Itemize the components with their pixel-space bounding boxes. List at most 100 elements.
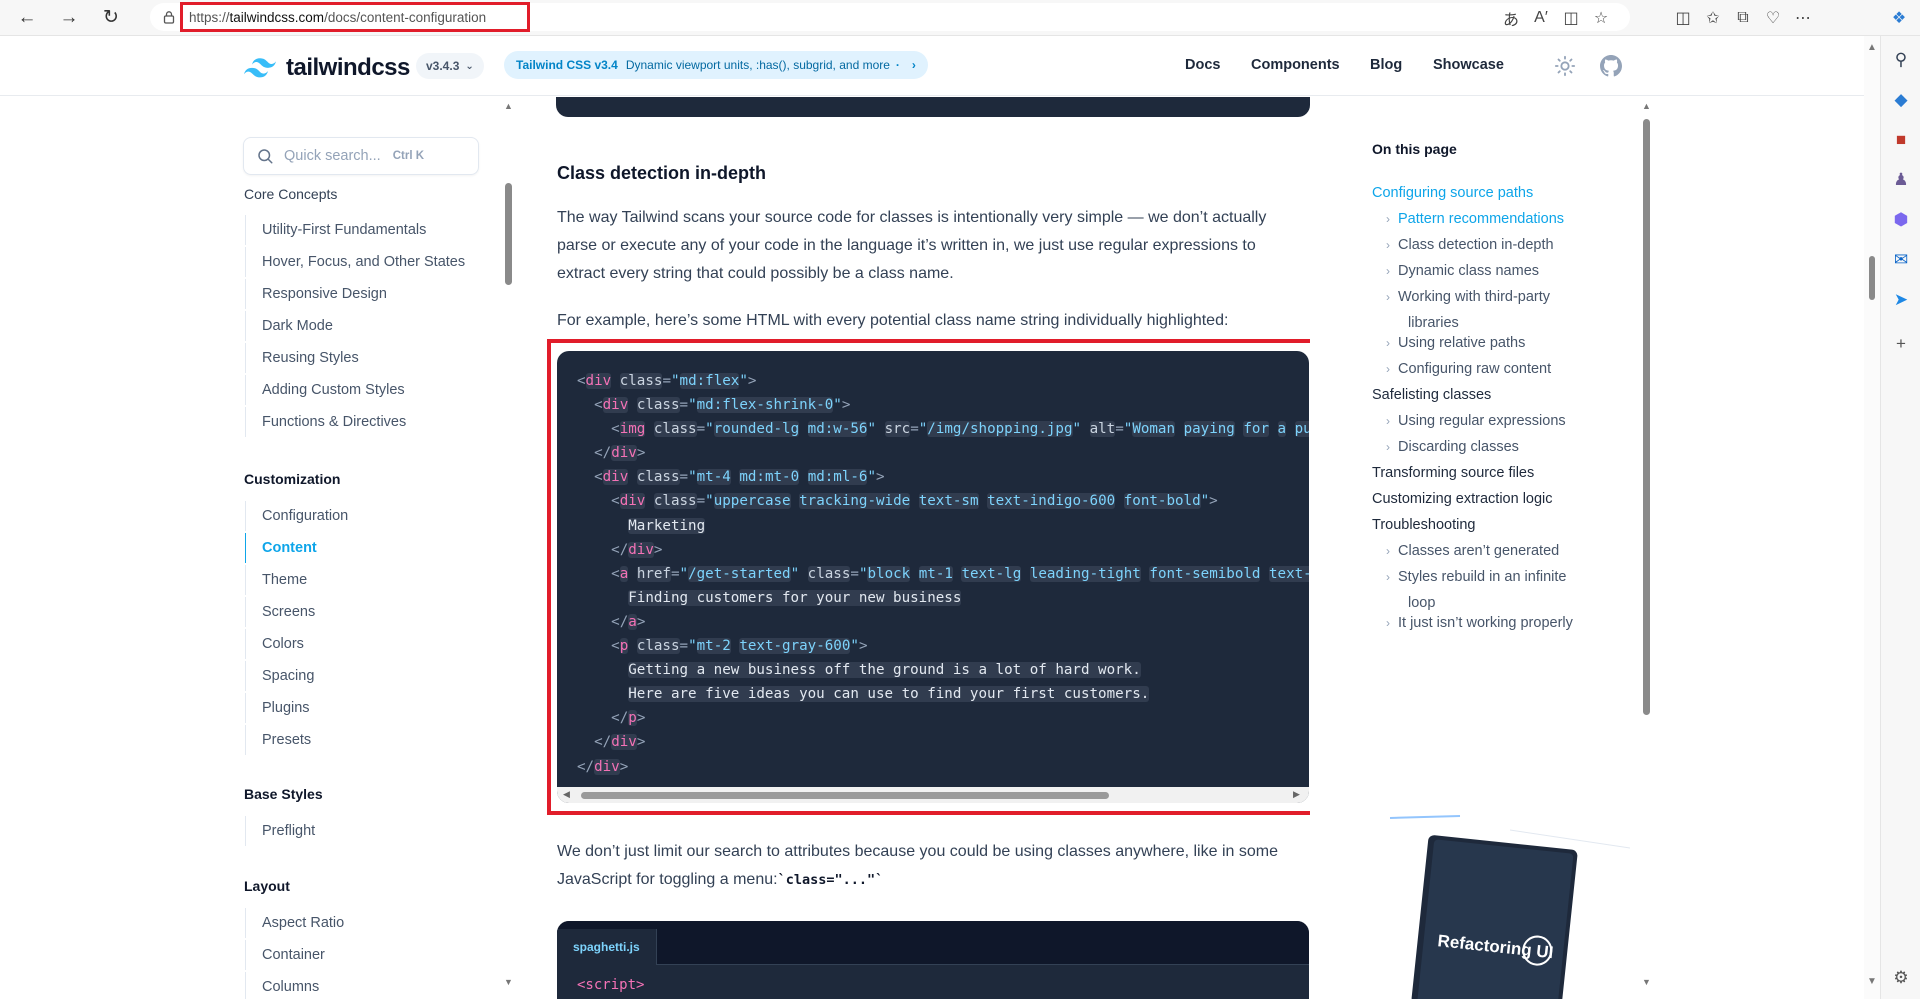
tailwind-logo[interactable]: tailwindcss bbox=[244, 54, 410, 82]
toc-item[interactable]: › Using relative paths bbox=[1386, 335, 1525, 351]
nav-showcase-link[interactable]: Showcase bbox=[1433, 57, 1504, 73]
sidebar-item-plugins[interactable]: Plugins bbox=[245, 693, 485, 723]
refresh-icon[interactable]: ↻ bbox=[96, 3, 126, 33]
address-bar[interactable]: https://tailwindcss.com/docs/content-con… bbox=[150, 2, 1630, 32]
refactoring-ui-book-ad[interactable]: Refactoring UI bbox=[1360, 812, 1630, 999]
section-customization: Customization bbox=[244, 471, 341, 487]
sidebar-item-spacing[interactable]: Spacing bbox=[245, 661, 485, 691]
forward-arrow-icon[interactable]: → bbox=[54, 3, 84, 33]
favorites-icon[interactable]: ✩ bbox=[1698, 4, 1728, 32]
sidebar-item-hover-focus[interactable]: Hover, Focus, and Other States bbox=[245, 247, 485, 277]
favorite-star-icon[interactable]: ☆ bbox=[1586, 4, 1616, 32]
back-arrow-icon[interactable]: ← bbox=[12, 3, 42, 33]
toc-item[interactable]: › Class detection in-depth bbox=[1386, 237, 1554, 253]
page-scrollbar[interactable]: ▲ ▼ bbox=[1864, 36, 1880, 999]
toc-item[interactable]: Transforming source files bbox=[1372, 465, 1534, 481]
toc-item[interactable]: › Using regular expressions bbox=[1386, 413, 1566, 429]
sidebar-item-adding-custom-styles[interactable]: Adding Custom Styles bbox=[245, 375, 485, 405]
toc-item[interactable]: › Discarding classes bbox=[1386, 439, 1519, 455]
sidebar-item-screens[interactable]: Screens bbox=[245, 597, 485, 627]
chevron-right-icon: › bbox=[1386, 544, 1390, 558]
tab-spaghetti-js[interactable]: spaghetti.js bbox=[557, 929, 657, 965]
sidebar-item-reusing-styles[interactable]: Reusing Styles bbox=[245, 343, 485, 373]
url-text[interactable]: https://tailwindcss.com/docs/content-con… bbox=[180, 2, 530, 32]
app-available-icon[interactable]: ◫ bbox=[1556, 4, 1586, 32]
sidebar-item-utility-first[interactable]: Utility-First Fundamentals bbox=[245, 215, 485, 245]
section-core-concepts: Core Concepts bbox=[244, 186, 338, 202]
sidebar-settings-icon[interactable]: ⚙ bbox=[1881, 958, 1920, 998]
sidebar-item-container[interactable]: Container bbox=[245, 940, 485, 970]
url-prefix: https:// bbox=[189, 9, 230, 25]
toc-item[interactable]: › Styles rebuild in an infinite bbox=[1386, 569, 1566, 585]
sidebar-item-presets[interactable]: Presets bbox=[245, 725, 485, 755]
browser-essentials-icon[interactable]: ♡ bbox=[1758, 4, 1788, 32]
toc-item[interactable]: › Dynamic class names bbox=[1386, 263, 1539, 279]
split-screen-icon[interactable]: ◫ bbox=[1668, 4, 1698, 32]
sidebar-item-preflight[interactable]: Preflight bbox=[245, 816, 485, 846]
nav-docs-link[interactable]: Docs bbox=[1185, 57, 1220, 73]
toc-item-label: Discarding classes bbox=[1398, 439, 1519, 455]
games-icon[interactable]: ♟ bbox=[1881, 160, 1920, 200]
announcement-title: Tailwind CSS v3.4 bbox=[516, 58, 618, 72]
chevron-right-icon: › bbox=[1386, 290, 1390, 304]
copilot-icon[interactable]: ❖ bbox=[1884, 4, 1914, 32]
scroll-up-arrow-icon[interactable]: ▲ bbox=[504, 101, 513, 111]
attributes-paragraph-text: We don’t just limit our search to attrib… bbox=[557, 843, 1278, 888]
toc-item[interactable]: libraries bbox=[1386, 315, 1459, 331]
scroll-down-arrow-icon[interactable]: ▼ bbox=[504, 977, 513, 987]
translate-icon[interactable]: あ bbox=[1496, 4, 1526, 32]
lock-icon bbox=[163, 11, 175, 24]
scroll-up-arrow-icon[interactable]: ▲ bbox=[1867, 42, 1877, 53]
scroll-down-arrow-icon[interactable]: ▼ bbox=[1867, 976, 1877, 987]
microsoft-365-icon[interactable]: ⬢ bbox=[1881, 200, 1920, 240]
toc-item-label: loop bbox=[1408, 595, 1436, 611]
toc-scrollbar[interactable]: ▲ ▼ bbox=[1640, 97, 1654, 999]
page-scroll-thumb[interactable] bbox=[1869, 256, 1875, 300]
section-heading: Class detection in-depth bbox=[557, 163, 767, 183]
drop-icon[interactable]: ➤ bbox=[1881, 280, 1920, 320]
toc-item[interactable]: › Working with third-party bbox=[1386, 289, 1550, 305]
version-dropdown[interactable]: v3.4.3 ⌄ bbox=[416, 53, 484, 79]
toc-item[interactable]: › Configuring raw content bbox=[1386, 361, 1551, 377]
toc-item[interactable]: › Classes aren’t generated bbox=[1386, 543, 1559, 559]
toc-item[interactable]: loop bbox=[1386, 595, 1435, 611]
read-aloud-icon[interactable]: A′ bbox=[1526, 4, 1556, 32]
sidebar-item-aspect-ratio[interactable]: Aspect Ratio bbox=[245, 908, 485, 938]
sidebar-scrollbar[interactable]: ▲ ▼ bbox=[504, 97, 514, 999]
sun-icon[interactable] bbox=[1554, 55, 1576, 77]
sidebar-item-columns[interactable]: Columns bbox=[245, 972, 485, 999]
url-domain: tailwindcss.com bbox=[229, 9, 325, 25]
search-icon bbox=[258, 149, 273, 164]
collections-icon[interactable]: ⧉ bbox=[1728, 4, 1758, 32]
outlook-icon[interactable]: ✉ bbox=[1881, 240, 1920, 280]
sidebar-item-content[interactable]: Content bbox=[245, 533, 485, 563]
toc-scroll-thumb[interactable] bbox=[1643, 119, 1650, 715]
toc-item[interactable]: › It just isn’t working properly bbox=[1386, 615, 1573, 631]
search-icon[interactable]: ⚲ bbox=[1881, 40, 1920, 80]
nav-blog-link[interactable]: Blog bbox=[1370, 57, 1402, 73]
tools-icon[interactable]: ■ bbox=[1881, 120, 1920, 160]
add-sidebar-app-icon[interactable]: + bbox=[1881, 324, 1920, 364]
sidebar-item-configuration[interactable]: Configuration bbox=[245, 501, 485, 531]
sidebar-item-colors[interactable]: Colors bbox=[245, 629, 485, 659]
sidebar-item-theme[interactable]: Theme bbox=[245, 565, 485, 595]
scroll-down-arrow-icon[interactable]: ▼ bbox=[1642, 977, 1651, 987]
nav-components-link[interactable]: Components bbox=[1251, 57, 1340, 73]
toc-item[interactable]: Troubleshooting bbox=[1372, 517, 1475, 533]
toc-item-label: Working with third-party bbox=[1398, 289, 1551, 305]
quick-search-button[interactable]: Quick search... Ctrl K bbox=[243, 137, 479, 175]
toc-item-label: It just isn’t working properly bbox=[1398, 615, 1573, 631]
announcement-pill[interactable]: Tailwind CSS v3.4 Dynamic viewport units,… bbox=[504, 51, 928, 79]
github-icon[interactable] bbox=[1600, 55, 1622, 77]
scroll-up-arrow-icon[interactable]: ▲ bbox=[1642, 101, 1651, 111]
toc-item[interactable]: Safelisting classes bbox=[1372, 387, 1491, 403]
sidebar-scroll-thumb[interactable] bbox=[505, 183, 512, 285]
toc-item[interactable]: Customizing extraction logic bbox=[1372, 491, 1553, 507]
sidebar-item-dark-mode[interactable]: Dark Mode bbox=[245, 311, 485, 341]
sidebar-item-functions-directives[interactable]: Functions & Directives bbox=[245, 407, 485, 437]
shopping-tag-icon[interactable]: ◆ bbox=[1881, 80, 1920, 120]
sidebar-item-responsive-design[interactable]: Responsive Design bbox=[245, 279, 485, 309]
toc-item[interactable]: Configuring source paths bbox=[1372, 185, 1533, 201]
more-menu-icon[interactable]: ⋯ bbox=[1788, 4, 1818, 32]
toc-item[interactable]: › Pattern recommendations bbox=[1386, 211, 1564, 227]
